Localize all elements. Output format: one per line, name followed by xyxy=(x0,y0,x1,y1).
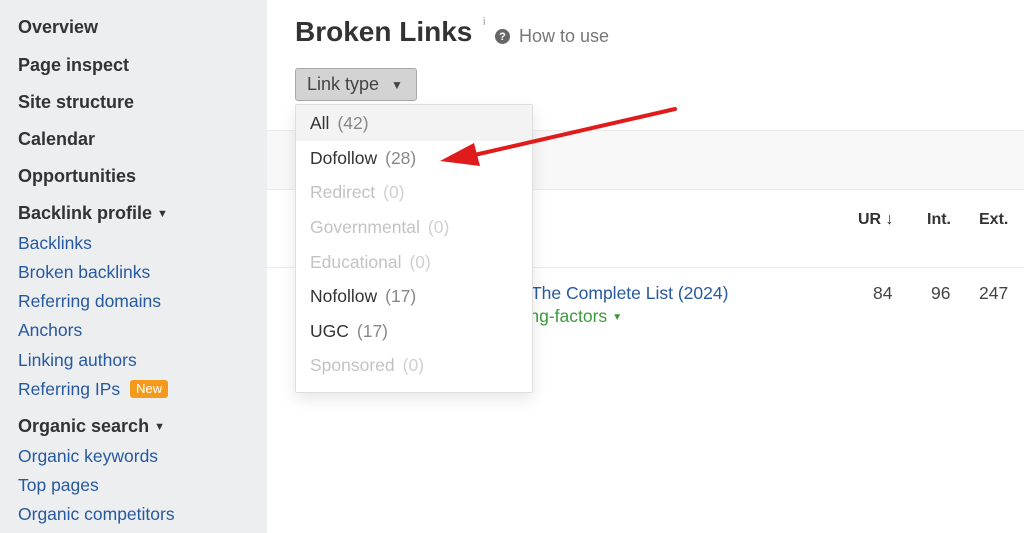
option-nofollow[interactable]: Nofollow (17) xyxy=(296,279,532,314)
sidebar-link-anchors[interactable]: Anchors xyxy=(18,320,82,341)
row-page-title-link[interactable]: rs: The Complete List (2024) xyxy=(507,283,728,304)
caret-down-icon: ▼ xyxy=(154,421,165,433)
option-redirect: Redirect (0) xyxy=(296,176,532,211)
cell-int: 96 xyxy=(931,283,951,303)
sidebar-section-backlink-profile[interactable]: Backlink profile ▼ xyxy=(18,203,168,224)
sidebar-item-page-inspect[interactable]: Page inspect xyxy=(18,55,129,76)
sidebar-link-organic-competitors[interactable]: Organic competitors xyxy=(18,504,175,525)
option-label: Redirect xyxy=(310,182,376,203)
sidebar-section-organic-search[interactable]: Organic search ▼ xyxy=(18,416,165,437)
sidebar-link-top-pages[interactable]: Top pages xyxy=(18,475,99,496)
cell-ur: 84 xyxy=(873,283,893,303)
cell-ext: 247 xyxy=(979,283,1009,303)
info-icon[interactable]: i xyxy=(483,16,485,28)
help-icon: ? xyxy=(495,29,510,44)
caret-down-icon: ▼ xyxy=(391,77,403,92)
option-count: (42) xyxy=(337,112,369,133)
option-count: (0) xyxy=(409,251,431,272)
caret-down-icon: ▼ xyxy=(612,312,623,323)
sidebar-link-linking-authors[interactable]: Linking authors xyxy=(18,350,137,371)
link-type-dropdown-menu: All (42) Dofollow (28) Redirect (0) Governm… xyxy=(295,104,533,393)
how-to-use-label: How to use xyxy=(519,26,610,46)
option-all[interactable]: All (42) xyxy=(296,105,532,141)
column-header-int[interactable]: Int. xyxy=(927,211,951,229)
column-header-ext[interactable]: Ext. xyxy=(979,211,1008,229)
column-header-ur[interactable]: UR ↓ xyxy=(858,211,894,229)
option-label: Sponsored xyxy=(310,355,395,376)
section-heading: Backlink profile xyxy=(18,203,153,223)
sidebar-link-referring-domains[interactable]: Referring domains xyxy=(18,291,161,312)
option-count: (17) xyxy=(385,286,417,307)
option-label: Governmental xyxy=(310,216,420,237)
sidebar-link-broken-backlinks[interactable]: Broken backlinks xyxy=(18,262,150,283)
option-sponsored: Sponsored (0) xyxy=(296,349,532,384)
caret-down-icon: ▼ xyxy=(157,208,168,220)
sidebar-link-referring-ips[interactable]: Referring IPs New xyxy=(18,379,169,400)
link-type-label: Link type xyxy=(307,74,380,94)
option-governmental: Governmental (0) xyxy=(296,210,532,245)
option-count: (17) xyxy=(356,320,389,341)
option-label: All xyxy=(310,112,330,133)
section-heading: Organic search xyxy=(18,416,150,436)
sidebar-item-site-structure[interactable]: Site structure xyxy=(18,92,134,113)
sidebar-item-calendar[interactable]: Calendar xyxy=(18,129,95,150)
option-count: (28) xyxy=(385,147,417,168)
sidebar-link-organic-keywords[interactable]: Organic keywords xyxy=(18,446,158,467)
sidebar-link-backlinks[interactable]: Backlinks xyxy=(18,233,92,254)
option-dofollow[interactable]: Dofollow (28) xyxy=(296,141,532,176)
option-label: Nofollow xyxy=(310,286,378,307)
option-label: UGC xyxy=(310,320,349,341)
option-count: (0) xyxy=(427,216,450,237)
sidebar-item-overview[interactable]: Overview xyxy=(18,17,98,38)
new-badge: New xyxy=(130,380,169,398)
option-label: Dofollow xyxy=(310,147,378,168)
option-count: (0) xyxy=(402,355,425,376)
sidebar-item-opportunities[interactable]: Opportunities xyxy=(18,166,136,187)
sidebar: Overview Page inspect Site structure Cal… xyxy=(0,0,267,533)
option-educational: Educational (0) xyxy=(296,245,532,280)
link-type-dropdown-button[interactable]: Link type ▼ xyxy=(295,68,417,101)
option-label: Educational xyxy=(310,251,402,272)
option-ugc[interactable]: UGC (17) xyxy=(296,314,532,349)
how-to-use-link[interactable]: ? How to use xyxy=(495,26,609,47)
option-count: (0) xyxy=(383,182,405,203)
page-title: Broken Links xyxy=(295,16,473,47)
link-label: Referring IPs xyxy=(18,379,121,399)
main-content: Broken Links i ? How to use Link type ▼ … xyxy=(267,0,1024,533)
